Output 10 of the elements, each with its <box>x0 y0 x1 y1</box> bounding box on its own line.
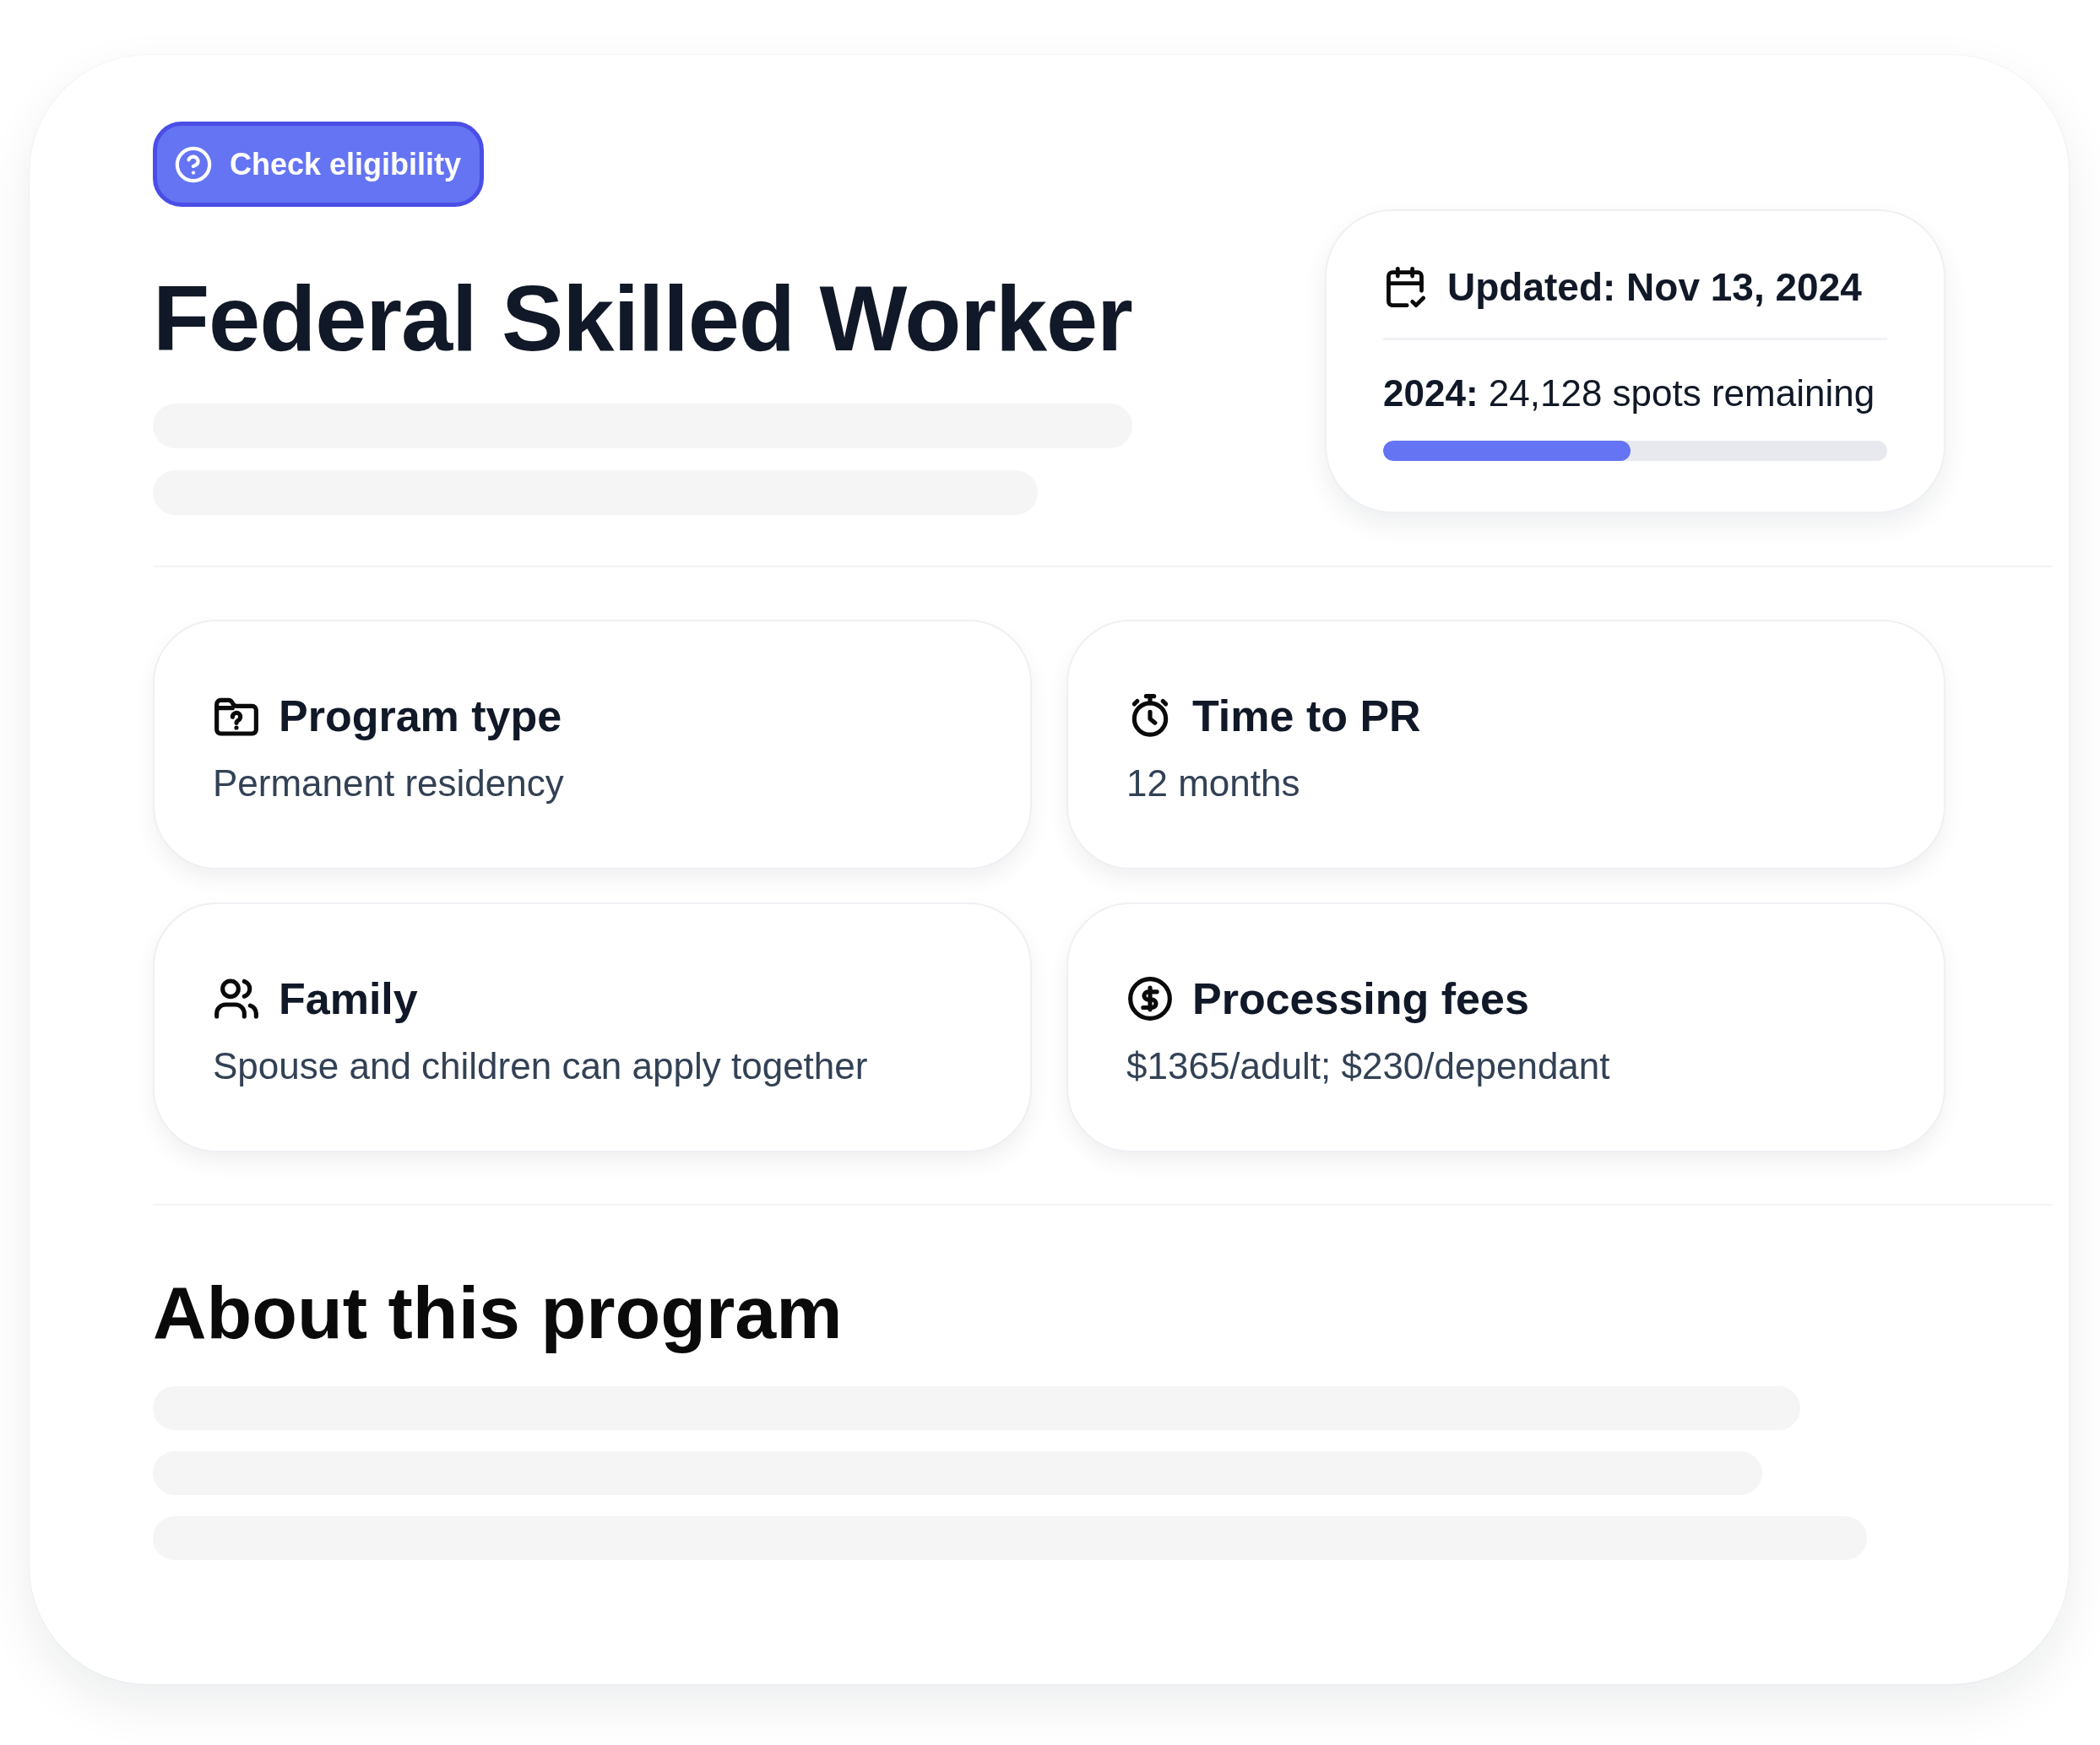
dollar-circle-icon <box>1126 975 1174 1022</box>
check-eligibility-button[interactable]: Check eligibility <box>153 122 485 207</box>
card-value: Permanent residency <box>213 765 565 802</box>
card-title: Time to PR <box>1192 694 1421 738</box>
page-title: Federal Skilled Worker <box>153 272 1132 365</box>
card-value: Spouse and children can apply together <box>213 1048 869 1085</box>
spots-remaining-text: 2024: 24,128 spots remaining <box>1383 375 1876 412</box>
question-circle-icon <box>174 144 213 184</box>
card-value: $1365/adult; $230/dependant <box>1126 1048 1611 1085</box>
card-value: 12 months <box>1126 765 1301 802</box>
